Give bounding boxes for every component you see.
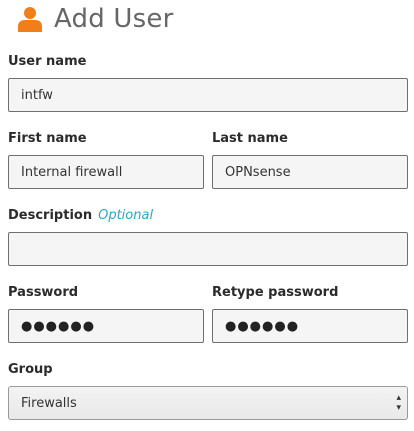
page-title: Add User xyxy=(54,4,174,34)
password-group: Password ●●●●●● xyxy=(8,285,204,343)
group-select-value: Firewalls xyxy=(21,395,77,411)
description-input[interactable] xyxy=(8,232,408,266)
first-name-group: First name Internal firewall xyxy=(8,131,204,189)
password-input[interactable]: ●●●●●● xyxy=(8,309,204,343)
description-group: Description Optional xyxy=(8,208,408,266)
page-header: Add User xyxy=(18,4,173,34)
chevron-updown-icon: ▴ ▾ xyxy=(396,393,401,413)
description-label: Description xyxy=(8,208,93,223)
optional-hint: Optional xyxy=(98,208,154,223)
user-icon xyxy=(18,7,42,32)
description-label-row: Description Optional xyxy=(8,208,408,224)
last-name-input[interactable]: OPNsense xyxy=(212,155,408,189)
retype-password-group: Retype password ●●●●●● xyxy=(212,285,408,343)
retype-password-label: Retype password xyxy=(212,285,339,300)
username-input[interactable]: intfw xyxy=(8,78,408,112)
group-group: Group Firewalls ▴ ▾ xyxy=(8,362,408,420)
first-name-input[interactable]: Internal firewall xyxy=(8,155,204,189)
password-label: Password xyxy=(8,285,79,300)
last-name-label: Last name xyxy=(212,131,288,146)
username-group: User name intfw xyxy=(8,54,408,112)
first-name-label: First name xyxy=(8,131,87,146)
retype-password-input[interactable]: ●●●●●● xyxy=(212,309,408,343)
group-label: Group xyxy=(8,362,53,377)
group-select[interactable]: Firewalls ▴ ▾ xyxy=(8,386,408,420)
username-label: User name xyxy=(8,54,87,69)
last-name-group: Last name OPNsense xyxy=(212,131,408,189)
